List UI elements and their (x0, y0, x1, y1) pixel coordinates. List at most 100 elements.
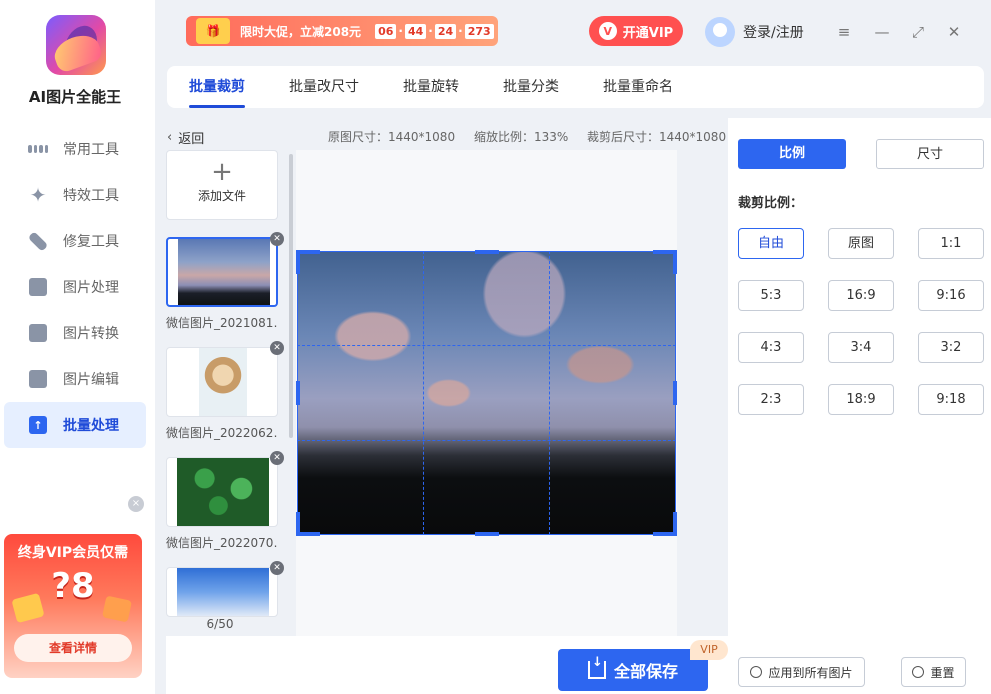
file-counter: 6/50 (206, 617, 234, 631)
tab-batch-crop[interactable]: 批量裁剪 (167, 66, 267, 108)
grid-line (549, 251, 550, 535)
menu-icon[interactable]: ≡ (835, 23, 853, 41)
tab-batch-resize[interactable]: 批量改尺寸 (267, 66, 381, 108)
crop-handle-top-right[interactable] (673, 250, 677, 274)
sidebar-item-effects[interactable]: ✦ 特效工具 (4, 172, 146, 218)
sidebar-item-label: 修复工具 (63, 234, 119, 250)
crop-handle-left[interactable] (296, 381, 300, 405)
sidebar: AI图片全能王 常用工具 ✦ 特效工具 修复工具 图片处理 图片转换 图片编辑 … (0, 0, 155, 694)
original-size: 原图尺寸：1440*1080 (328, 130, 456, 144)
close-icon[interactable]: ✕ (945, 23, 963, 41)
promo-close-icon[interactable]: × (128, 496, 144, 512)
tab-batch-rename[interactable]: 批量重命名 (581, 66, 695, 108)
back-button[interactable]: ‹ 返回 (167, 128, 204, 147)
ratio-2-3[interactable]: 2:3 (738, 384, 804, 415)
cube-icon (750, 666, 763, 678)
save-all-button[interactable]: 全部保存 (558, 649, 708, 691)
timer-seconds: 24 (434, 23, 457, 39)
file-name: 微信图片_2021081… (166, 316, 278, 330)
mode-size-button[interactable]: 尺寸 (876, 139, 984, 169)
ratio-18-9[interactable]: 18:9 (828, 384, 894, 415)
sale-text: 限时大促，立减208元 (240, 24, 362, 39)
crop-handle-bottom[interactable] (475, 532, 499, 536)
file-name: 微信图片_2022062… (166, 426, 278, 440)
gift-box-icon: 🎁 (196, 18, 230, 44)
ratio-9-16[interactable]: 9:16 (918, 280, 984, 311)
file-thumbnail[interactable] (166, 457, 278, 527)
ratio-16-9[interactable]: 16:9 (828, 280, 894, 311)
crop-handle-bottom-left[interactable] (296, 512, 300, 536)
image-icon (28, 277, 48, 297)
remove-file-icon[interactable]: ✕ (270, 341, 284, 355)
upload-folder-icon: ↑ (28, 415, 48, 435)
remove-file-icon[interactable]: ✕ (270, 451, 284, 465)
ratio-3-4[interactable]: 3:4 (828, 332, 894, 363)
crop-handle-top[interactable] (475, 250, 499, 254)
open-vip-button[interactable]: V 开通VIP (589, 16, 683, 46)
sidebar-nav: 常用工具 ✦ 特效工具 修复工具 图片处理 图片转换 图片编辑 ↑ 批量处理 (4, 126, 146, 448)
apply-all-button[interactable]: 应用到所有图片 (738, 657, 865, 687)
tab-batch-classify[interactable]: 批量分类 (481, 66, 581, 108)
file-list-scrollbar[interactable] (289, 154, 293, 438)
ratio-9-18[interactable]: 9:18 (918, 384, 984, 415)
grid-line (423, 251, 424, 535)
top-bar: 🎁 限时大促，立减208元 06 · 44 · 24 · 273 V 开通VIP 登录… (165, 3, 983, 59)
ratio-3-2[interactable]: 3:2 (918, 332, 984, 363)
file-thumbnail[interactable] (166, 237, 278, 307)
ratio-free[interactable]: 自由 (738, 228, 804, 259)
remove-file-icon[interactable]: ✕ (270, 561, 284, 575)
sidebar-item-image-edit[interactable]: 图片编辑 (4, 356, 146, 402)
reset-button[interactable]: 重置 (901, 657, 966, 687)
maximize-icon[interactable]: ⤢ (909, 23, 927, 41)
star-icon: ✦ (29, 183, 47, 207)
sidebar-item-common-tools[interactable]: 常用工具 (4, 126, 146, 172)
crop-ratio-label: 裁剪比例： (738, 196, 804, 211)
ratio-original[interactable]: 原图 (828, 228, 894, 259)
sidebar-item-image-process[interactable]: 图片处理 (4, 264, 146, 310)
app-logo-icon (46, 15, 106, 75)
zoom-ratio: 缩放比例：133% (474, 130, 569, 144)
file-thumbnail[interactable] (166, 347, 278, 417)
sidebar-item-label: 常用工具 (63, 142, 119, 158)
ratio-4-3[interactable]: 4:3 (738, 332, 804, 363)
crop-handle-right[interactable] (673, 381, 677, 405)
reset-label: 重置 (930, 665, 955, 680)
remove-file-icon[interactable]: ✕ (270, 232, 284, 246)
avatar (705, 17, 735, 47)
edit-icon (28, 369, 48, 389)
ratio-1-1[interactable]: 1:1 (918, 228, 984, 259)
sidebar-item-label: 图片处理 (63, 280, 119, 296)
promo-details-button[interactable]: 查看详情 (14, 634, 132, 662)
reset-icon (912, 666, 925, 678)
sidebar-item-image-convert[interactable]: 图片转换 (4, 310, 146, 356)
ratio-5-3[interactable]: 5:3 (738, 280, 804, 311)
add-file-button[interactable]: + 添加文件 (166, 150, 278, 220)
sale-banner[interactable]: 🎁 限时大促，立减208元 06 · 44 · 24 · 273 (186, 16, 498, 46)
tab-batch-rotate[interactable]: 批量旋转 (381, 66, 481, 108)
crop-frame[interactable] (297, 251, 676, 535)
mode-ratio-button[interactable]: 比例 (738, 139, 846, 169)
crop-handle-bottom-right[interactable] (673, 512, 677, 536)
sidebar-item-label: 批量处理 (63, 418, 119, 434)
gift-box-icon (101, 595, 133, 623)
crop-handle-top-left[interactable] (296, 250, 300, 274)
vip-icon: V (598, 22, 617, 40)
grid-line (297, 345, 676, 346)
sidebar-item-label: 图片转换 (63, 326, 119, 342)
login-register[interactable]: 登录/注册 (705, 17, 804, 47)
save-all-label: 全部保存 (613, 662, 678, 681)
plus-icon: + (211, 157, 233, 187)
vip-promo-banner[interactable]: 终身VIP会员仅需 ?8 查看详情 (4, 534, 142, 678)
sidebar-item-repair[interactable]: 修复工具 (4, 218, 146, 264)
file-name: 微信图片_2022070… (166, 536, 278, 550)
bandage-icon (27, 230, 49, 252)
apply-all-label: 应用到所有图片 (768, 665, 853, 680)
vip-badge: VIP (690, 640, 728, 660)
minimize-icon[interactable]: — (873, 23, 891, 41)
sidebar-item-label: 图片编辑 (63, 372, 119, 388)
sidebar-item-batch[interactable]: ↑ 批量处理 (4, 402, 146, 448)
open-vip-label: 开通VIP (622, 25, 674, 41)
app-name: AI图片全能王 (28, 88, 122, 106)
chevron-left-icon: ‹ (167, 130, 173, 145)
file-thumbnail[interactable] (166, 567, 278, 617)
